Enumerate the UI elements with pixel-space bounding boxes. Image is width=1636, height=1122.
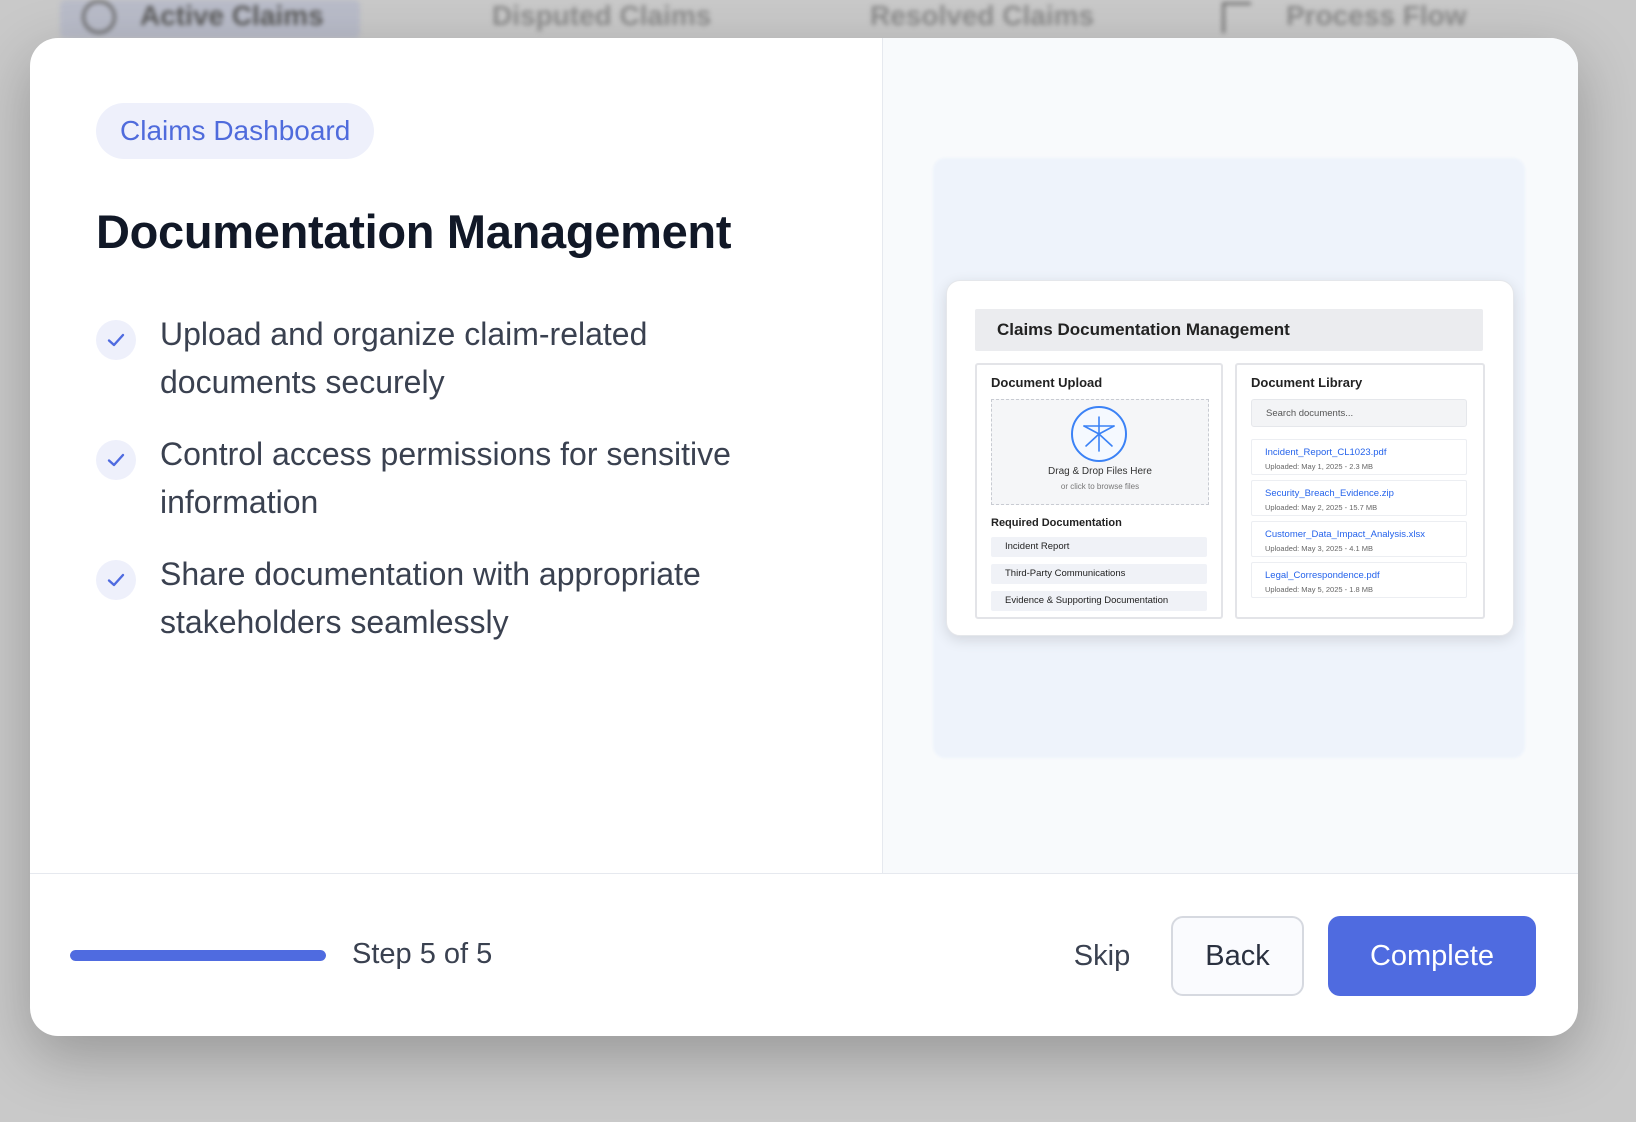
document-item: Customer_Data_Impact_Analysis.xlsx Uploa… [1251,521,1467,557]
feature-item: Share documentation with appropriate sta… [96,556,796,678]
tab-disputed-claims: Disputed Claims [492,0,712,31]
tab-process-flow: Process Flow [1286,0,1467,31]
library-panel-title: Document Library [1251,375,1363,390]
feature-item: Upload and organize claim-related docume… [96,316,796,438]
check-icon [96,440,136,480]
background-tab-bar: Active Claims Disputed Claims Resolved C… [0,0,1636,40]
document-item: Legal_Correspondence.pdf Uploaded: May 5… [1251,562,1467,598]
onboarding-modal: Claims Dashboard Documentation Managemen… [30,38,1578,1036]
tab-resolved-claims: Resolved Claims [870,0,1095,31]
required-doc-item: Incident Report [991,537,1207,557]
document-meta: Uploaded: May 5, 2025 - 1.8 MB [1265,585,1373,594]
modal-title: Documentation Management [96,205,732,258]
required-docs-title: Required Documentation [991,517,1122,529]
section-badge: Claims Dashboard [96,103,375,159]
drop-zone-label: Drag & Drop Files Here [1048,466,1152,477]
document-meta: Uploaded: May 3, 2025 - 4.1 MB [1265,544,1373,553]
document-item: Security_Breach_Evidence.zip Uploaded: M… [1251,480,1467,516]
document-item: Incident_Report_CL1023.pdf Uploaded: May… [1251,439,1467,475]
upload-panel: Document Upload Drag & Drop Files Here o… [975,363,1223,619]
drop-zone-hint: or click to browse files [1060,482,1140,491]
progress-bar-fill [70,950,326,961]
feature-item: Control access permissions for sensitive… [96,436,796,558]
document-meta: Uploaded: May 2, 2025 - 15.7 MB [1265,503,1378,512]
library-search-input: Search documents... [1251,399,1467,427]
progress-bar [70,950,326,961]
flow-icon [1222,2,1251,33]
document-name: Customer_Data_Impact_Analysis.xlsx [1265,529,1425,540]
tab-active-claims: Active Claims [140,0,324,31]
preview-screenshot: Claims Documentation Management Document… [946,280,1514,636]
upload-panel-title: Document Upload [991,375,1103,390]
feature-list: Upload and organize claim-related docume… [96,316,796,678]
feature-text: Upload and organize claim-related docume… [160,316,648,400]
feature-text: Control access permissions for sensitive… [160,436,731,520]
upload-icon [1071,406,1127,462]
preview-pane: Claims Documentation Management Document… [882,38,1578,873]
modal-content: Claims Dashboard Documentation Managemen… [30,38,882,873]
skip-button[interactable]: Skip [1050,916,1154,996]
step-indicator: Step 5 of 5 [352,938,493,970]
clock-icon [82,0,116,34]
back-button[interactable]: Back [1171,916,1304,996]
required-doc-item: Evidence & Supporting Documentation [991,591,1207,611]
document-name: Incident_Report_CL1023.pdf [1265,447,1387,458]
document-meta: Uploaded: May 1, 2025 - 2.3 MB [1265,462,1373,471]
complete-button[interactable]: Complete [1328,916,1536,996]
library-panel: Document Library Search documents... Inc… [1235,363,1485,619]
required-doc-item: Third-Party Communications [991,564,1207,584]
preview-header: Claims Documentation Management [975,309,1483,351]
check-icon [96,320,136,360]
drop-zone: Drag & Drop Files Here or click to brows… [991,399,1209,505]
document-name: Legal_Correspondence.pdf [1265,570,1380,581]
preview-header-title: Claims Documentation Management [997,320,1290,339]
modal-footer: Step 5 of 5 Skip Back Complete [30,873,1578,1036]
check-icon [96,560,136,600]
document-name: Security_Breach_Evidence.zip [1265,488,1394,499]
feature-text: Share documentation with appropriate sta… [160,556,701,640]
